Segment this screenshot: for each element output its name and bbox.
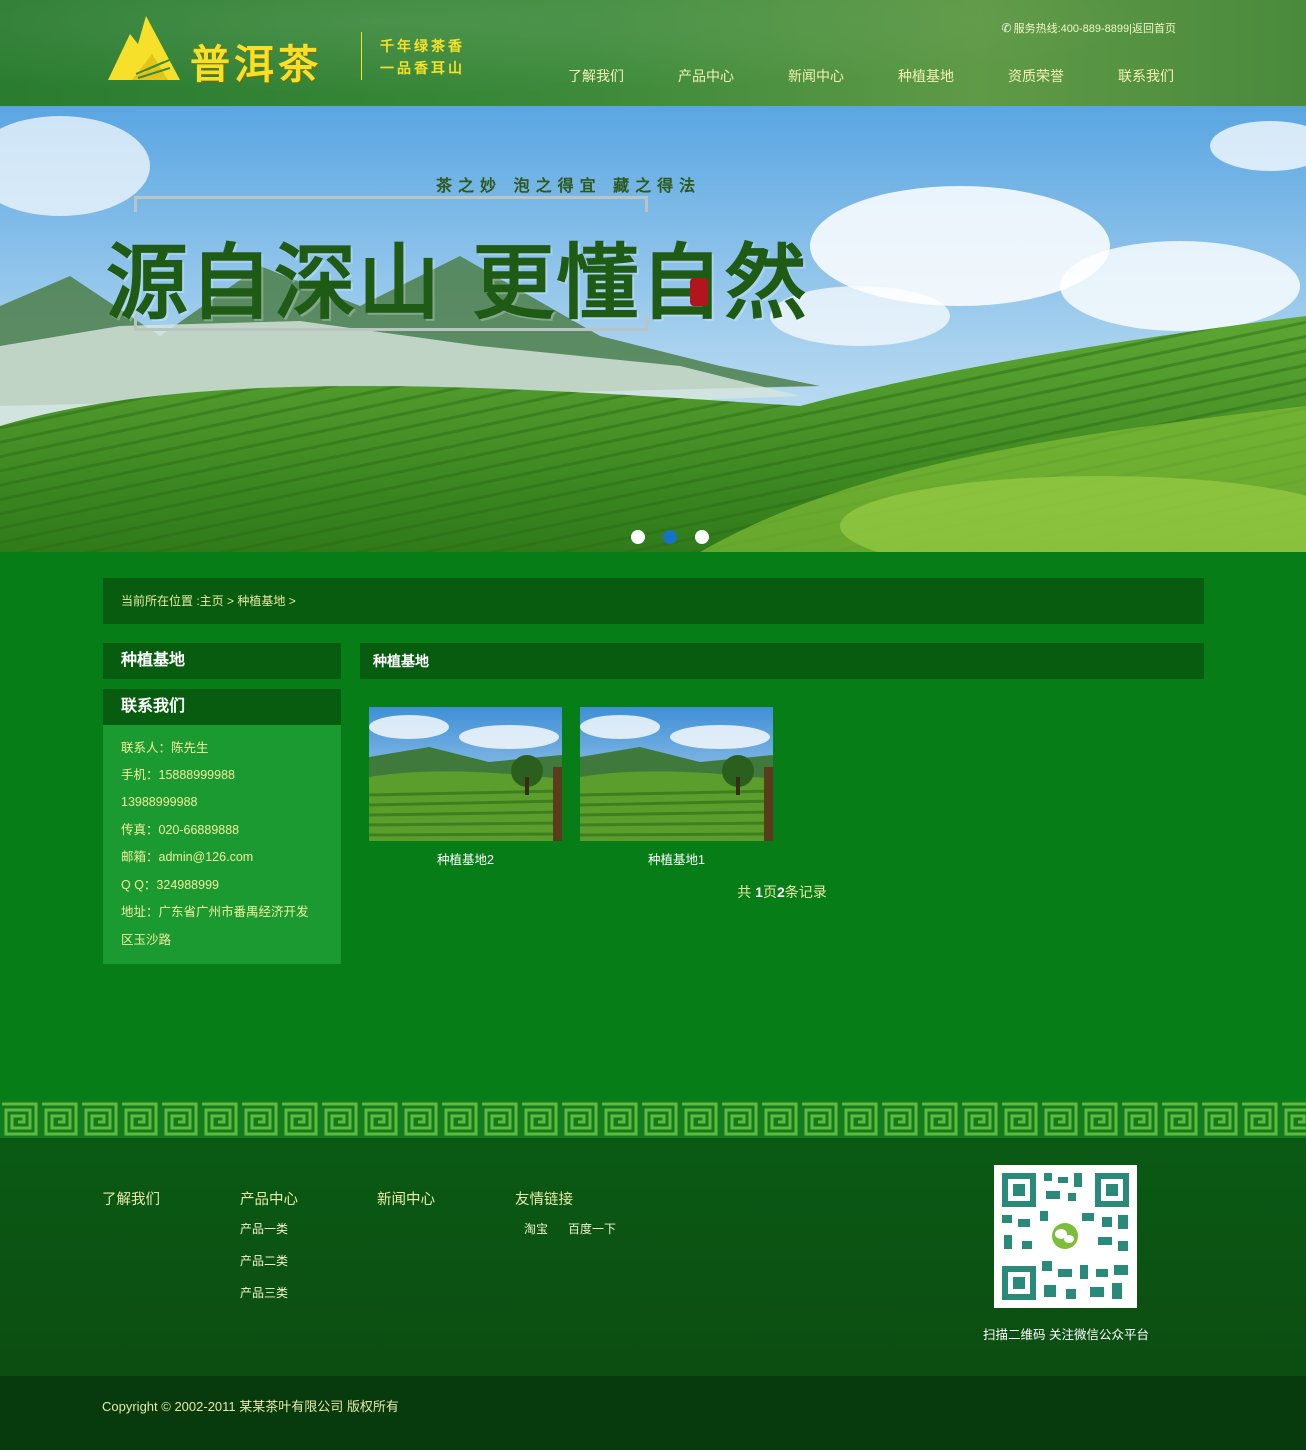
slider-dots [631, 530, 709, 544]
sidebar-category-title[interactable]: 种植基地 [103, 643, 341, 679]
plantation-item-caption[interactable]: 种植基地2 [369, 849, 562, 868]
nav-item-plantation[interactable]: 种植基地 [898, 66, 1008, 86]
plantation-item[interactable]: 种植基地1 [580, 707, 773, 867]
banner-frame-top [134, 196, 648, 199]
slider-dot-3[interactable] [695, 530, 709, 544]
brand-name: 普洱茶 [190, 41, 322, 88]
plantation-photo [580, 707, 773, 841]
contact-person: 联系人：陈先生 [121, 741, 209, 755]
main-section-label: 种植基地 [373, 653, 429, 669]
contact-fax: 传真：020-66889888 [121, 823, 240, 837]
pager-mid: 页 [762, 884, 777, 900]
copyright-bar: Copyright © 2002-2011 某某茶叶有限公司 版权所有 [0, 1376, 1306, 1450]
banner-frame-right-top [645, 196, 648, 212]
fret-pattern-divider [0, 1100, 1306, 1138]
pagination-summary: 共 1页2条记录 [360, 882, 1204, 902]
breadcrumb-separator: > [288, 594, 296, 608]
breadcrumb-separator: > [227, 594, 235, 608]
plantation-photo [369, 707, 562, 841]
slogan-line-2: 一品香耳山 [380, 61, 465, 77]
nav-item-products[interactable]: 产品中心 [678, 66, 788, 86]
main-section-title: 种植基地 [360, 643, 1204, 679]
site-header: 普洱茶 千年绿茶香 一品香耳山 ✆ 服务热线:400-889-8899|返回首页 … [0, 0, 1306, 106]
sidebar-contact-title: 联系我们 [103, 689, 341, 725]
footer-link-taobao[interactable]: 淘宝 [524, 1220, 548, 1237]
slogan-line-1: 千年绿茶香 [380, 39, 465, 55]
footer-col-news[interactable]: 新闻中心 [377, 1188, 435, 1209]
pager-count: 2 [776, 884, 785, 900]
footer-link-product-2[interactable]: 产品二类 [240, 1252, 288, 1269]
hero-banner[interactable]: 茶之妙 泡之得宜 藏之得法 源自深山 更懂自然 [0, 106, 1306, 552]
logo[interactable]: 普洱茶 千年绿茶香 一品香耳山 [108, 14, 478, 88]
slider-dot-2[interactable] [663, 530, 677, 544]
footer-col-about[interactable]: 了解我们 [102, 1188, 160, 1209]
breadcrumb-prefix: 当前所在位置 : [121, 594, 200, 608]
sidebar-contact-label: 联系我们 [121, 698, 186, 715]
contact-mobile-2: 13988999988 [121, 795, 198, 809]
pager-prefix: 共 [737, 884, 756, 900]
qr-code-icon [994, 1165, 1137, 1308]
footer-link-product-1[interactable]: 产品一类 [240, 1220, 288, 1237]
copyright-text: Copyright © 2002-2011 某某茶叶有限公司 版权所有 [102, 1399, 399, 1414]
contact-address: 地址：广东省广州市番禺经济开发 [121, 905, 309, 919]
footer-link-product-3[interactable]: 产品三类 [240, 1284, 288, 1301]
main-nav: 了解我们 产品中心 新闻中心 种植基地 资质荣誉 联系我们 [568, 66, 1228, 86]
qr-caption: 扫描二维码 关注微信公众平台 [983, 1328, 1149, 1342]
contact-info-box: 联系人：陈先生 手机：15888999988 13988999988 传真：02… [103, 725, 341, 964]
phone-icon: ✆ [1001, 21, 1012, 35]
nav-item-news[interactable]: 新闻中心 [788, 66, 898, 86]
banner-title: 源自深山 更懂自然 [106, 235, 809, 331]
breadcrumb: 当前所在位置 :主页 > 种植基地 > [103, 578, 1204, 624]
contact-qq: Q Q：324988999 [121, 878, 219, 892]
logo-divider [361, 32, 362, 80]
mountain-logo-icon [108, 16, 180, 80]
contact-mobile: 手机：15888999988 [121, 768, 235, 782]
red-seal-stamp [690, 278, 708, 306]
banner-tagline: 茶之妙 泡之得宜 藏之得法 [436, 176, 702, 195]
banner-frame-left-top [134, 196, 137, 212]
hotline-text[interactable]: 服务热线:400-889-8899|返回首页 [1014, 23, 1176, 35]
nav-item-about[interactable]: 了解我们 [568, 66, 678, 86]
plantation-item[interactable]: 种植基地2 [369, 707, 562, 867]
footer-col-links[interactable]: 友情链接 [515, 1188, 573, 1209]
pager-pages: 1 [755, 884, 763, 900]
nav-item-honors[interactable]: 资质荣誉 [1008, 66, 1118, 86]
contact-address-2: 区玉沙路 [121, 933, 172, 947]
footer-col-products[interactable]: 产品中心 [240, 1188, 298, 1209]
breadcrumb-home[interactable]: 主页 [200, 594, 224, 608]
footer-link-baidu[interactable]: 百度一下 [568, 1220, 616, 1237]
breadcrumb-current[interactable]: 种植基地 [237, 594, 285, 608]
plantation-item-caption[interactable]: 种植基地1 [580, 849, 773, 868]
contact-email: 邮箱：admin@126.com [121, 850, 254, 864]
slider-dot-1[interactable] [631, 530, 645, 544]
sidebar-category-label: 种植基地 [121, 652, 186, 669]
site-footer: 了解我们 产品中心 产品一类 产品二类 产品三类 新闻中心 友情链接 淘宝 百度… [0, 1138, 1306, 1376]
hotline[interactable]: ✆ 服务热线:400-889-8899|返回首页 [1002, 20, 1176, 36]
pager-suffix: 条记录 [784, 884, 827, 900]
nav-item-contact[interactable]: 联系我们 [1118, 66, 1228, 86]
